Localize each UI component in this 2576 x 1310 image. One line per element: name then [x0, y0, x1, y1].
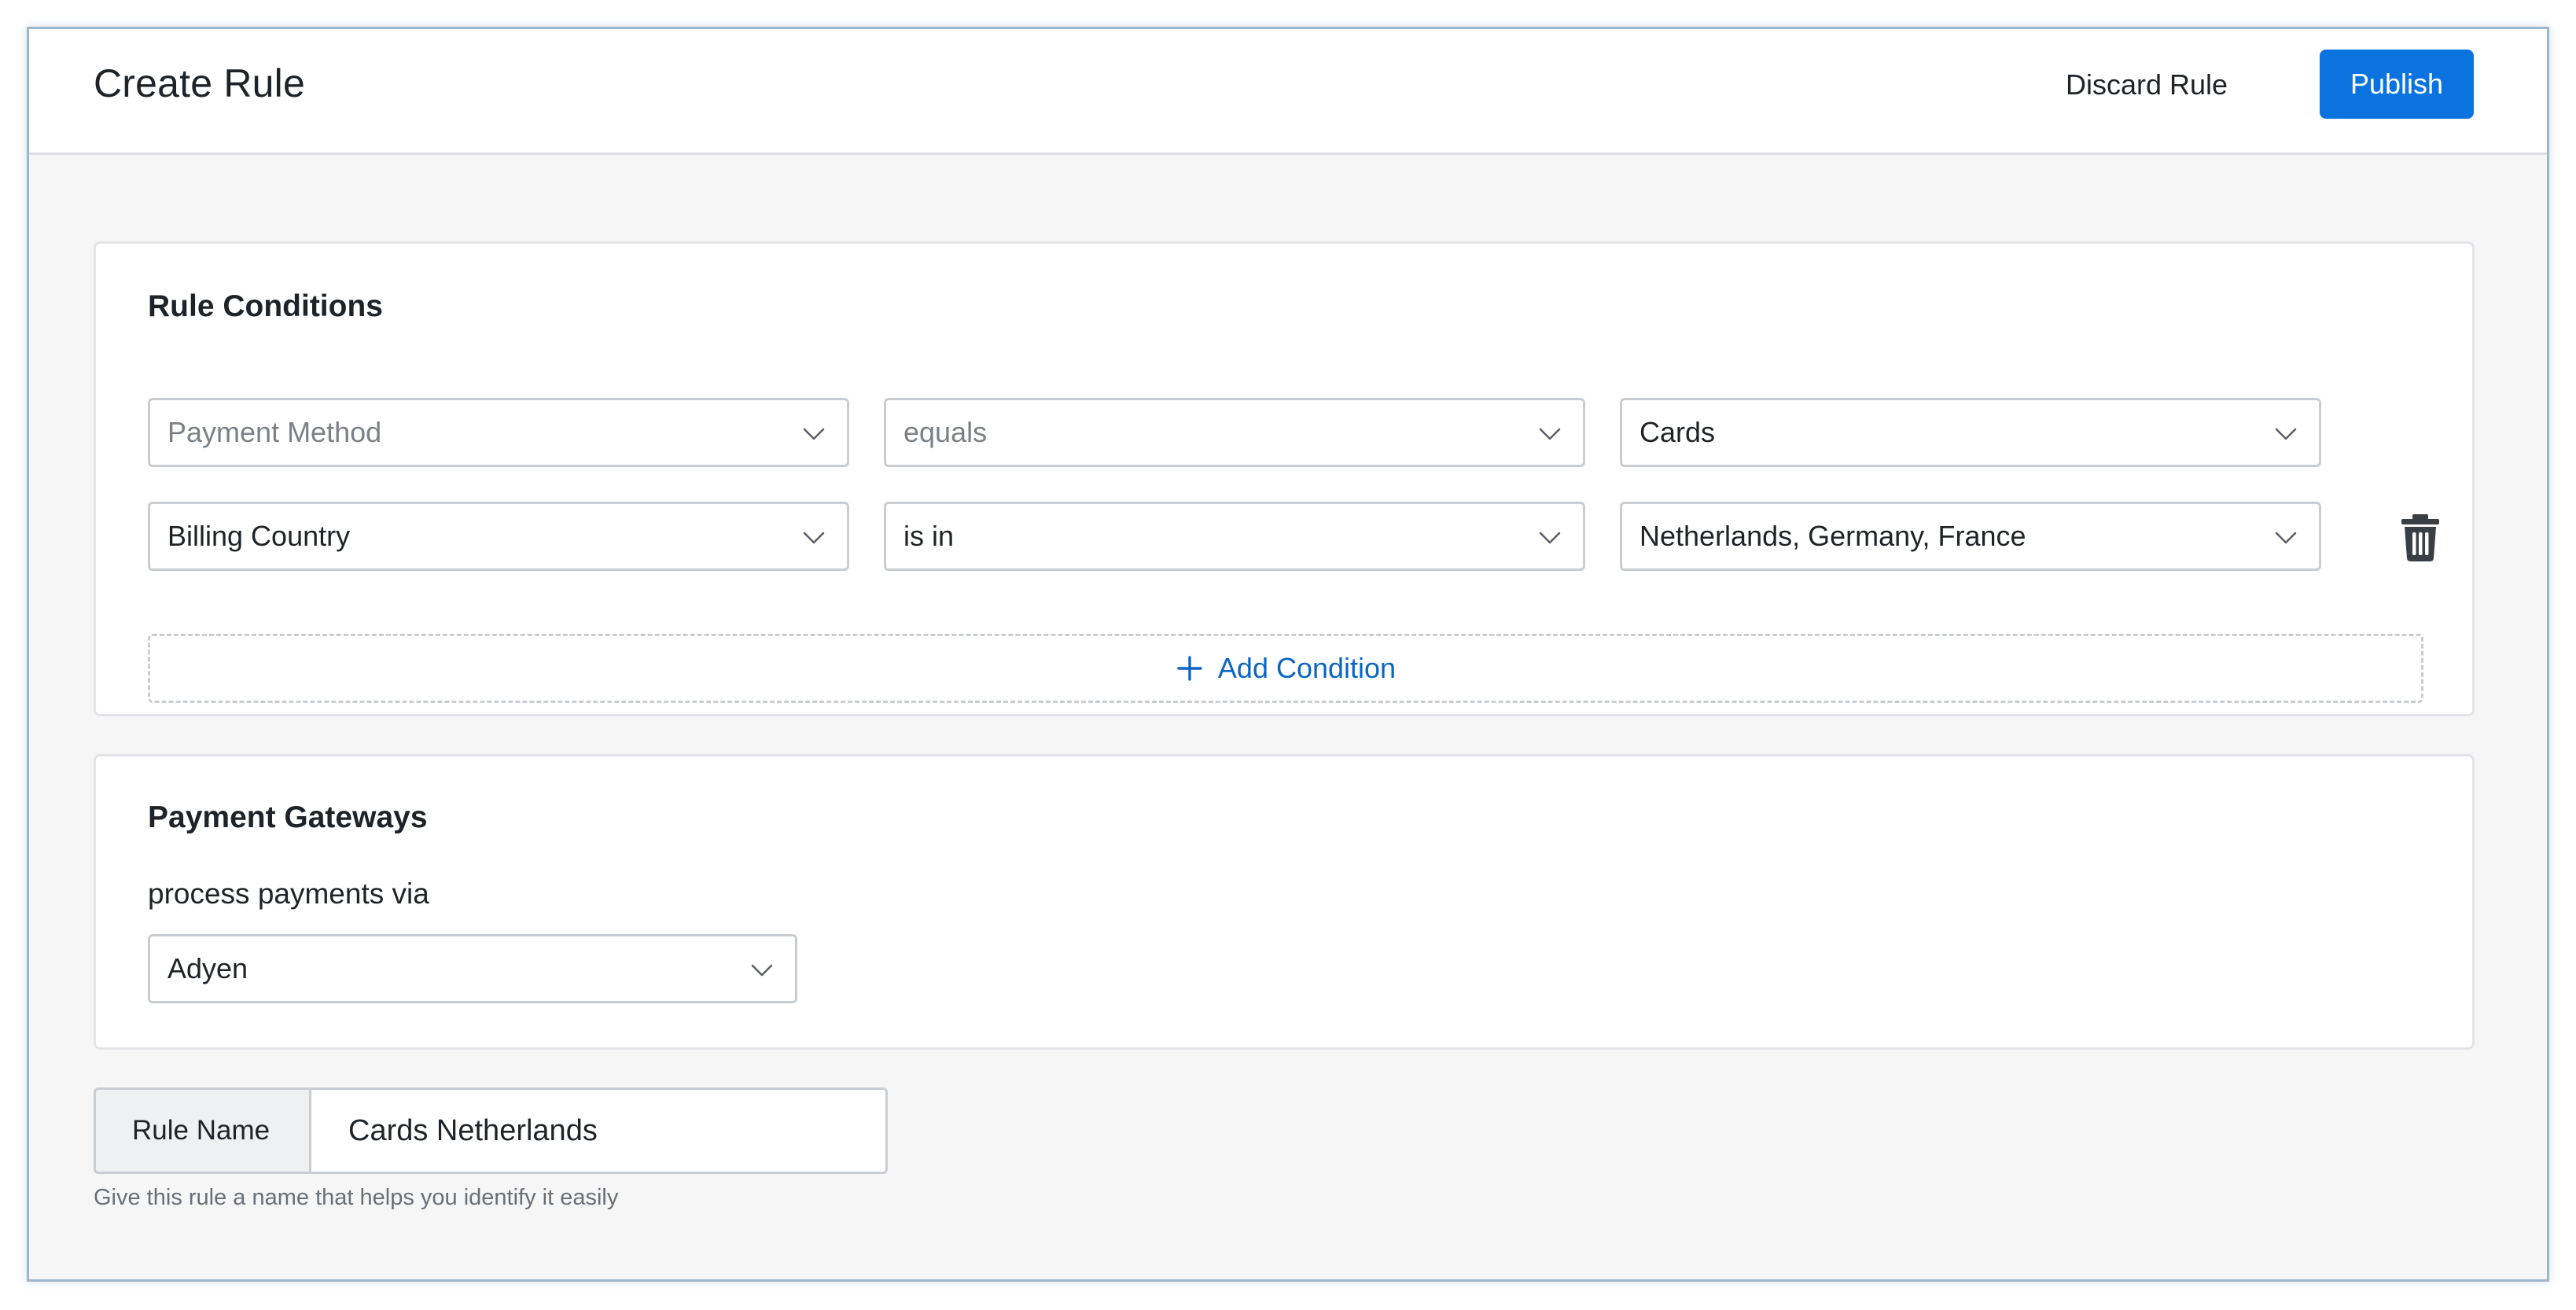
condition-1-operator-select[interactable]: equals [884, 398, 1585, 467]
chevron-down-icon [1537, 524, 1562, 550]
page-title: Create Rule [94, 61, 305, 105]
condition-1-value: Cards [1639, 416, 1716, 448]
rule-name-group: Rule Name [94, 1087, 888, 1174]
rule-name-input[interactable] [314, 1090, 885, 1172]
chevron-down-icon [801, 524, 826, 550]
plus-icon [1176, 654, 1204, 683]
chevron-down-icon [2273, 524, 2298, 550]
rule-conditions-title: Rule Conditions [148, 289, 383, 323]
payment-gateways-title: Payment Gateways [148, 800, 428, 834]
condition-2-field-value: Billing Country [167, 520, 351, 552]
condition-1-field-value: Payment Method [167, 416, 382, 448]
add-condition-button[interactable]: Add Condition [148, 634, 2423, 703]
condition-2-value-select[interactable]: Netherlands, Germany, France [1620, 502, 2321, 571]
delete-condition-button[interactable] [2397, 511, 2444, 563]
chevron-down-icon [749, 957, 775, 982]
condition-2-value: Netherlands, Germany, France [1639, 520, 2026, 552]
chevron-down-icon [1537, 421, 1562, 446]
add-condition-label: Add Condition [1217, 652, 1397, 684]
condition-1-value-select[interactable]: Cards [1620, 398, 2321, 467]
condition-1-field-select[interactable]: Payment Method [148, 398, 849, 467]
payment-gateways-card: Payment Gateways process payments via Ad… [94, 754, 2475, 1050]
chevron-down-icon [2273, 421, 2298, 446]
process-via-label: process payments via [148, 878, 429, 910]
app-window: Create Rule Discard Rule Publish Rule Co… [27, 27, 2549, 1282]
discard-rule-button[interactable]: Discard Rule [2066, 68, 2228, 101]
condition-1-operator-value: equals [903, 416, 988, 448]
condition-2-operator-select[interactable]: is in [884, 502, 1585, 571]
rule-name-help-text: Give this rule a name that helps you ide… [94, 1185, 619, 1210]
gateway-selected-value: Adyen [167, 952, 248, 984]
chevron-down-icon [801, 421, 826, 446]
gateway-select[interactable]: Adyen [148, 934, 797, 1003]
publish-button[interactable]: Publish [2320, 50, 2474, 119]
rule-name-label: Rule Name [96, 1090, 311, 1172]
trash-icon [2401, 514, 2439, 561]
condition-2-field-select[interactable]: Billing Country [148, 502, 849, 571]
rule-conditions-card: Rule Conditions Payment Method equals Ca… [94, 241, 2475, 716]
page-header: Create Rule Discard Rule Publish [29, 29, 2547, 155]
condition-2-operator-value: is in [903, 520, 955, 552]
